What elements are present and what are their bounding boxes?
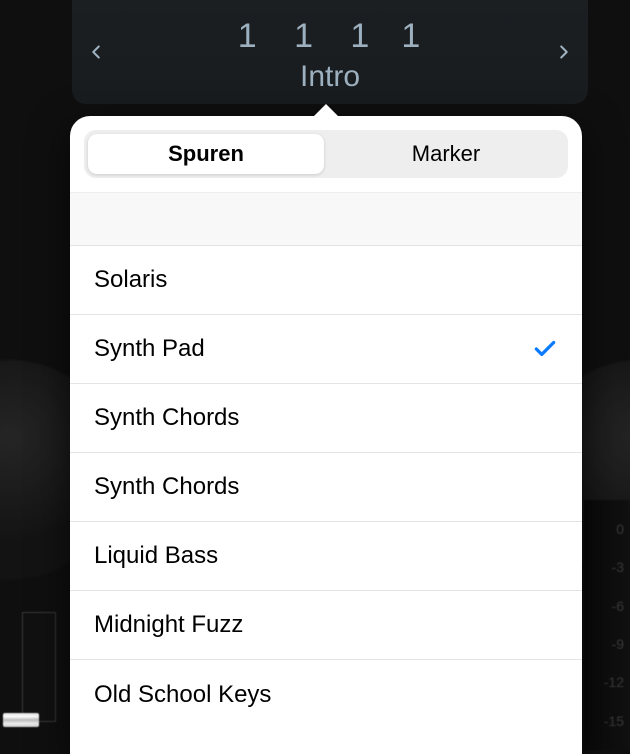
prev-button[interactable]: [80, 36, 112, 68]
tracks-list: Solaris Synth Pad Synth Chords Synth Cho…: [70, 246, 582, 754]
list-item-label: Synth Chords: [94, 404, 239, 432]
list-item-label: Old School Keys: [94, 681, 271, 709]
list-item-label: Solaris: [94, 266, 167, 294]
chevron-right-icon: [553, 41, 575, 63]
list-item[interactable]: Solaris: [70, 246, 582, 315]
display-center[interactable]: 1 1 1 1 Intro: [112, 11, 548, 94]
list-item-label: Synth Chords: [94, 473, 239, 501]
transport-display: 1 1 1 1 Intro: [72, 0, 588, 104]
background-panel: [22, 612, 56, 722]
list-item[interactable]: Liquid Bass: [70, 522, 582, 591]
next-button[interactable]: [548, 36, 580, 68]
tab-tracks[interactable]: Spuren: [88, 134, 324, 174]
tab-markers[interactable]: Marker: [328, 134, 564, 174]
list-item-label: Synth Pad: [94, 335, 205, 363]
chevron-left-icon: [85, 41, 107, 63]
list-item[interactable]: Synth Chords: [70, 384, 582, 453]
list-item[interactable]: Synth Pad: [70, 315, 582, 384]
list-item[interactable]: Midnight Fuzz: [70, 591, 582, 660]
list-item-label: Liquid Bass: [94, 542, 218, 570]
segmented-control: Spuren Marker: [84, 130, 568, 178]
list-header-spacer: [70, 192, 582, 246]
list-item[interactable]: Synth Chords: [70, 453, 582, 522]
list-item[interactable]: Old School Keys: [70, 660, 582, 729]
list-item-label: Midnight Fuzz: [94, 611, 243, 639]
level-meter: 0 -3 -6 -9 -12 -15: [584, 500, 630, 750]
tracks-popover: Spuren Marker Solaris Synth Pad Synth Ch…: [70, 116, 582, 754]
position-counter: 1 1 1 1: [238, 17, 423, 56]
section-name: Intro: [300, 60, 360, 94]
check-icon: [532, 336, 558, 362]
